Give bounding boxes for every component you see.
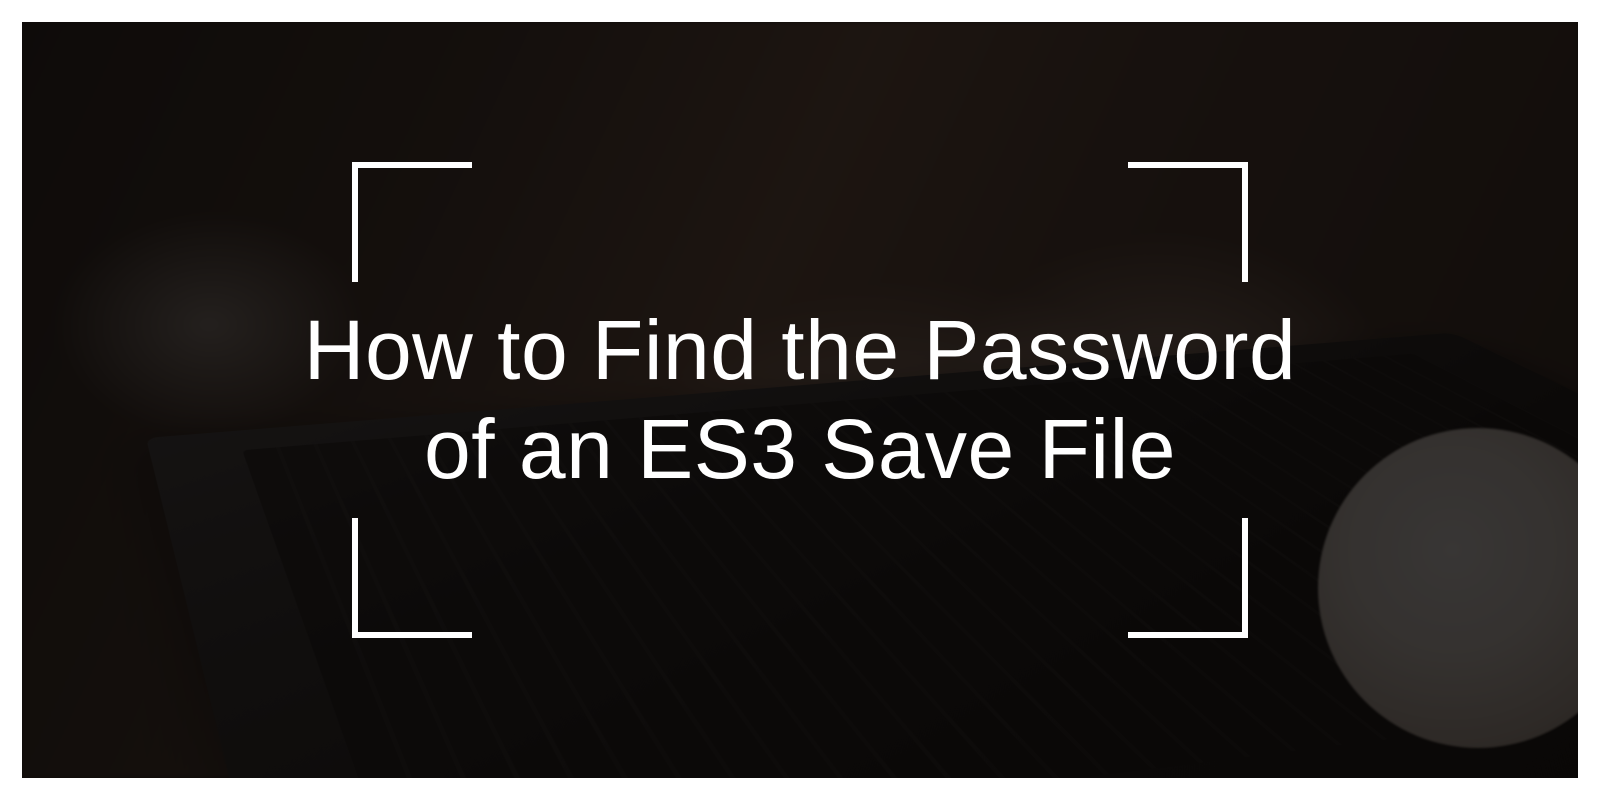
hero-banner: How to Find the Password of an ES3 Save … xyxy=(22,22,1578,778)
hero-title: How to Find the Password of an ES3 Save … xyxy=(22,22,1578,778)
page-frame: How to Find the Password of an ES3 Save … xyxy=(0,0,1600,800)
